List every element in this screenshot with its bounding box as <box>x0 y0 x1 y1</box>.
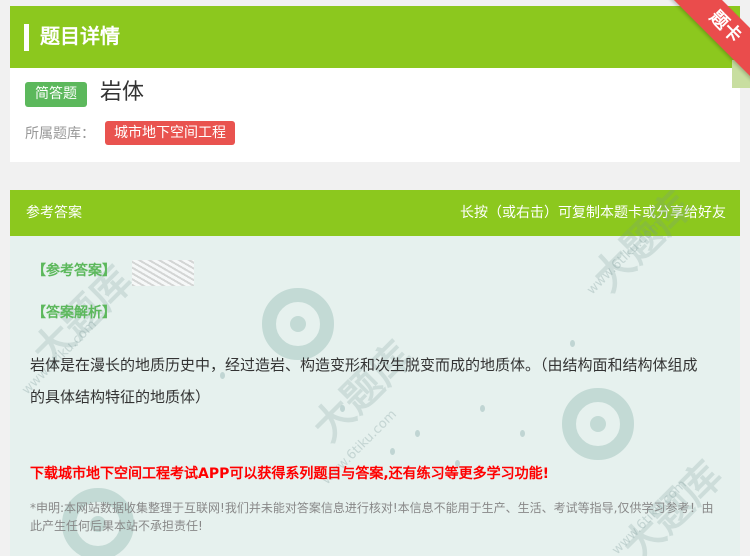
disclaimer-text: *申明:本网站数据收集整理于互联网!我们并未能对答案信息进行核对!本信息不能用于… <box>30 501 714 533</box>
question-bank-label: 所属题库： <box>25 126 95 142</box>
question-card: 题目详情 简答题 岩体 所属题库： 城市地下空间工程 <box>10 6 740 162</box>
analysis-label: 【答案解析】 <box>32 305 116 321</box>
answer-header-title: 参考答案 <box>26 205 82 221</box>
watermark-dot <box>570 340 575 347</box>
app-promo-link[interactable]: 下载城市地下空间工程考试APP可以获得系列题目与答案,还有练习等更多学习功能! <box>30 463 549 485</box>
question-title: 岩体 <box>100 80 145 105</box>
question-type-badge: 简答题 <box>25 82 87 107</box>
reference-answer-label: 【参考答案】 <box>32 263 116 279</box>
page-title: 题目详情 <box>40 24 120 48</box>
watermark-dot <box>390 448 395 455</box>
question-bank-tag[interactable]: 城市地下空间工程 <box>105 121 235 145</box>
analysis-text: 岩体是在漫长的地质历史中，经过造岩、构造变形和次生脱变而成的地质体。（由结构面和… <box>30 356 698 406</box>
answer-card: 参考答案 长按（或右击）可复制本题卡或分享给好友 大题库 www.6tiku.c… <box>10 190 740 556</box>
watermark-dot <box>415 430 420 437</box>
ribbon-label: 题卡 <box>659 0 750 90</box>
reference-answer-image <box>132 260 194 286</box>
corner-ribbon: 题卡 <box>640 0 750 90</box>
question-card-header: 题目详情 <box>10 6 740 68</box>
title-bar-accent <box>24 24 29 51</box>
watermark-dot <box>520 430 525 437</box>
